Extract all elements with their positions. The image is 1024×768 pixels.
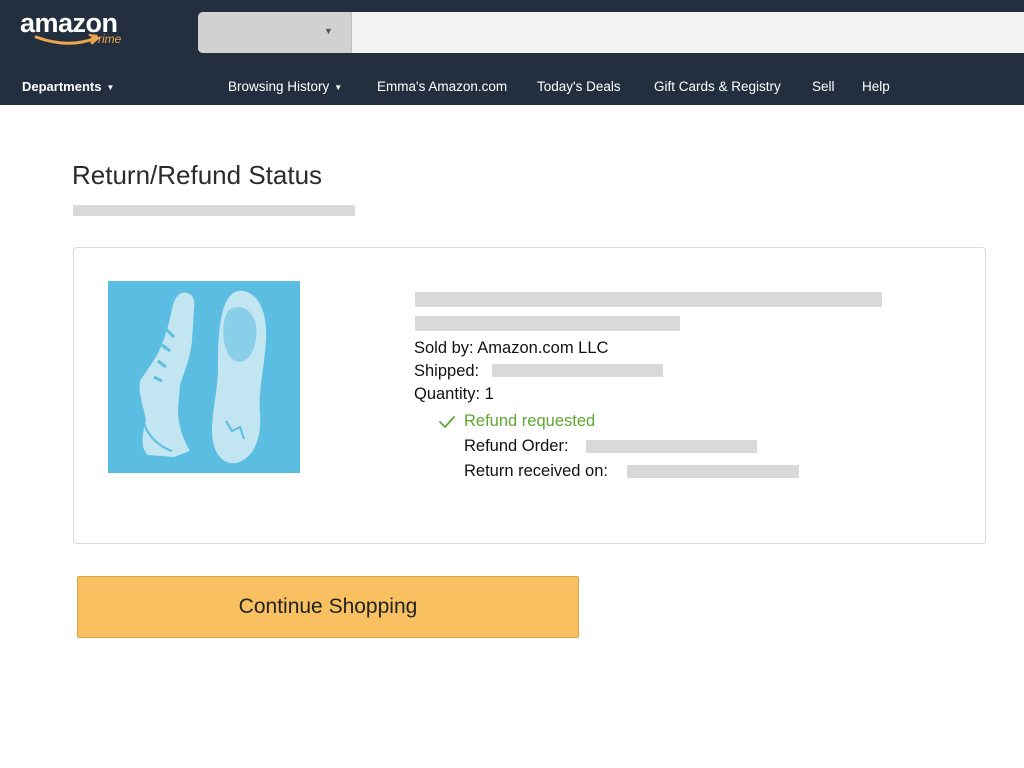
nav-gift-cards-registry[interactable]: Gift Cards & Registry <box>654 79 781 94</box>
product-image[interactable] <box>108 281 300 473</box>
caret-down-icon: ▼ <box>106 83 115 92</box>
return-item-card: Sold by: Amazon.com LLC Shipped: Quantit… <box>73 247 986 544</box>
departments-label: Departments <box>22 79 102 94</box>
nav-link-label: Gift Cards & Registry <box>654 79 781 94</box>
search-bar: ▼ <box>198 12 1024 53</box>
nav-link-label: Browsing History <box>228 79 330 94</box>
page-title: Return/Refund Status <box>72 160 323 190</box>
return-received-label: Return received on: <box>464 462 608 480</box>
sold-by-text: Sold by: Amazon.com LLC <box>414 339 609 357</box>
top-header: amazon Prime ▼ Departments ▼ Browsing His… <box>0 0 1024 105</box>
redacted-product-title-line-1 <box>415 292 882 307</box>
nav-help[interactable]: Help <box>862 79 890 94</box>
refund-status-text: Refund requested <box>464 412 596 430</box>
search-department-select[interactable]: ▼ <box>198 12 352 53</box>
redacted-shipped-value <box>492 364 663 377</box>
nav-link-label: Today's Deals <box>537 79 621 94</box>
nav-browsing-history[interactable]: Browsing History ▼ <box>228 79 342 94</box>
redacted-product-title-line-2 <box>415 316 680 331</box>
shipped-label: Shipped: <box>414 362 480 380</box>
redacted-refund-order-value <box>586 440 757 453</box>
continue-shopping-button[interactable]: Continue Shopping <box>77 576 579 638</box>
nav-link-label: Help <box>862 79 890 94</box>
nav-link-label: Emma's Amazon.com <box>377 79 508 94</box>
nav-sell[interactable]: Sell <box>812 79 835 94</box>
nav-link-label: Sell <box>812 79 835 94</box>
redacted-subtitle-bar <box>73 205 355 216</box>
checkmark-icon <box>439 416 455 428</box>
nav-emmas-amazon[interactable]: Emma's Amazon.com <box>377 79 507 94</box>
departments-menu[interactable]: Departments ▼ <box>22 79 114 94</box>
search-input[interactable] <box>353 12 1024 53</box>
caret-down-icon: ▼ <box>324 26 333 36</box>
redacted-return-date-value <box>627 465 799 478</box>
amazon-prime-logo[interactable]: amazon Prime <box>20 8 135 52</box>
shoes-icon <box>139 290 267 464</box>
nav-todays-deals[interactable]: Today's Deals <box>537 79 621 94</box>
caret-down-icon: ▼ <box>334 83 343 92</box>
refund-order-label: Refund Order: <box>464 437 569 455</box>
logo-subtitle: Prime <box>90 32 122 46</box>
quantity-text: Quantity: 1 <box>414 385 494 403</box>
